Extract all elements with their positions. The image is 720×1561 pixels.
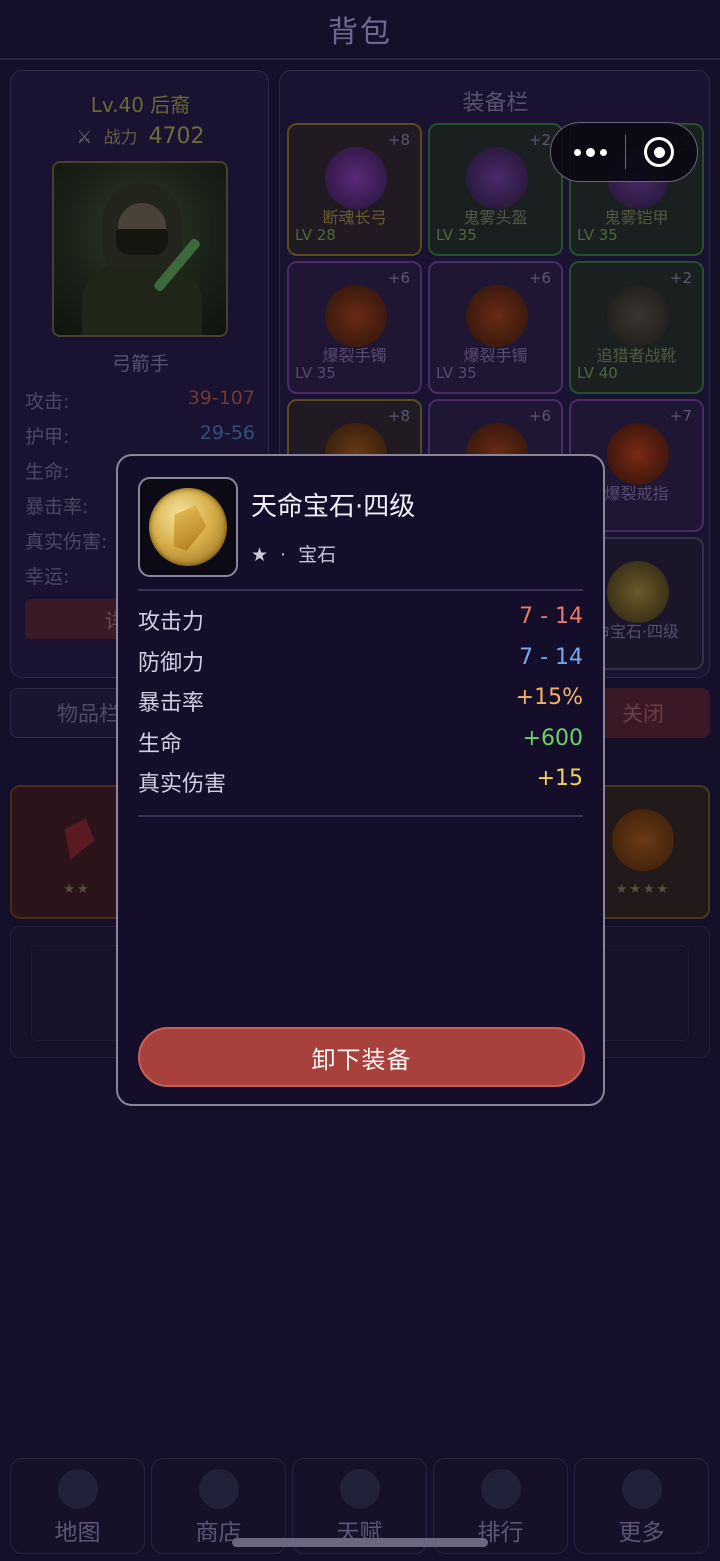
stat-label: 攻击力 [138, 610, 205, 635]
equip-slot-bracelet-2[interactable]: +6 爆裂手镯 LV 35 [428, 261, 563, 394]
ranking-icon [481, 1469, 521, 1509]
enhance-level: +6 [387, 269, 410, 287]
gem-icon [607, 561, 669, 623]
equip-slot-bracelet-1[interactable]: +6 爆裂手镯 LV 35 [287, 261, 422, 394]
divider [138, 589, 583, 591]
enhance-level: +7 [669, 407, 692, 425]
item-name: 追猎者战靴 [596, 346, 677, 365]
item-level: LV 35 [577, 226, 618, 244]
class-name: 弓箭手 [111, 353, 169, 375]
boots-icon [607, 285, 669, 347]
enhance-level: +8 [387, 131, 410, 149]
separator: · [280, 544, 287, 566]
item-level: LV 40 [577, 364, 618, 382]
stat-label: 暴击率: [25, 496, 89, 518]
equip-slot-helmet[interactable]: +2 鬼雾头盔 LV 35 [428, 123, 563, 256]
stat-label: 真实伤害 [138, 772, 227, 797]
item-level: LV 35 [436, 364, 477, 382]
stat-label: 防御力 [138, 651, 205, 676]
ring-icon [607, 423, 669, 485]
miniprogram-capsule [550, 122, 698, 182]
power-line: ⚔ 战力 4702 [11, 123, 270, 149]
stat-row: 攻击力 7 - 14 [138, 604, 583, 636]
bracelet-icon [325, 285, 387, 347]
stat-row-attack: 攻击: 39-107 [25, 387, 255, 414]
divider [138, 815, 583, 817]
item-level: LV 35 [295, 364, 336, 382]
home-indicator[interactable] [232, 1538, 488, 1547]
stat-value: 29-56 [199, 422, 255, 444]
backpack-page: 背包 Lv.40 后裔 ⚔ 战力 4702 弓箭手 攻击: 39-107 护甲:… [0, 0, 720, 1561]
red-gem-icon [55, 813, 100, 865]
enhance-level: +2 [669, 269, 692, 287]
stat-label: 生命: [25, 461, 70, 483]
shop-icon [199, 1469, 239, 1509]
item-name: 鬼雾铠甲 [604, 208, 669, 227]
stat-value: 7 - 14 [519, 604, 583, 629]
page-title: 背包 [328, 15, 392, 50]
capsule-divider [624, 135, 627, 169]
stat-label: 攻击: [25, 391, 70, 413]
enhance-level: +6 [528, 269, 551, 287]
close-inventory-button[interactable]: 关闭 [600, 688, 710, 738]
character-title: 后裔 [150, 93, 191, 117]
enhance-level: +6 [528, 407, 551, 425]
map-icon [58, 1469, 98, 1509]
equipment-title: 装备栏 [462, 91, 529, 116]
item-detail-modal: 天命宝石·四级 ★ · 宝石 攻击力 7 - 14 防御力 7 - 14 暴击率 +… [116, 454, 605, 1106]
nav-map[interactable]: 地图 [10, 1458, 145, 1554]
medal-icon [612, 809, 674, 871]
nav-more[interactable]: 更多 [574, 1458, 709, 1554]
close-miniprogram-icon[interactable] [644, 137, 675, 167]
stat-value: +15 [536, 766, 583, 791]
stat-label: 幸运: [25, 566, 70, 588]
item-name: 爆裂手镯 [463, 346, 528, 365]
character-level-line: Lv.40 后裔 [11, 89, 270, 118]
talent-icon [340, 1469, 380, 1509]
stat-label: 真实伤害: [25, 531, 108, 553]
item-name: 鬼雾头盔 [463, 208, 528, 227]
nav-label: 地图 [54, 1520, 101, 1546]
more-icon [622, 1469, 662, 1509]
item-name: 爆裂手镯 [322, 346, 387, 365]
item-name: 天命宝石·四级 [251, 492, 416, 522]
stat-row: 生命 +600 [138, 726, 583, 758]
stat-value: +600 [522, 726, 583, 751]
bow-icon [325, 147, 387, 209]
enhance-level: +2 [528, 131, 551, 149]
stat-label: 生命 [138, 732, 183, 757]
power-value: 4702 [148, 124, 205, 149]
stat-value: 7 - 14 [519, 645, 583, 670]
stat-label: 护甲: [25, 426, 70, 448]
item-subtitle: ★ · 宝石 [251, 540, 336, 567]
stat-row: 暴击率 +15% [138, 685, 583, 717]
helmet-icon [466, 147, 528, 209]
stat-row-armor: 护甲: 29-56 [25, 422, 255, 449]
stat-value: +15% [515, 685, 583, 710]
unequip-button[interactable]: 卸下装备 [138, 1027, 585, 1087]
destiny-gem-icon [149, 488, 227, 566]
character-level: Lv.40 [90, 93, 144, 117]
character-portrait [52, 161, 228, 337]
bracelet-icon [466, 285, 528, 347]
item-name: 断魂长弓 [322, 208, 387, 227]
stat-label: 暴击率 [138, 691, 205, 716]
enhance-level: +8 [387, 407, 410, 425]
crossed-swords-icon: ⚔ [76, 127, 93, 148]
nav-label: 更多 [618, 1520, 665, 1546]
power-label: 战力 [103, 128, 138, 148]
item-type: 宝石 [298, 544, 337, 566]
stat-row: 防御力 7 - 14 [138, 645, 583, 677]
stat-value: 39-107 [187, 387, 255, 409]
item-level: LV 28 [295, 226, 336, 244]
item-icon-frame [138, 477, 238, 577]
more-menu-icon[interactable] [573, 147, 607, 157]
equip-slot-weapon[interactable]: +8 断魂长弓 LV 28 [287, 123, 422, 256]
item-stars: ★ [251, 544, 269, 566]
stat-row: 真实伤害 +15 [138, 766, 583, 798]
item-level: LV 35 [436, 226, 477, 244]
header: 背包 [0, 0, 720, 60]
equip-slot-boots[interactable]: +2 追猎者战靴 LV 40 [569, 261, 704, 394]
